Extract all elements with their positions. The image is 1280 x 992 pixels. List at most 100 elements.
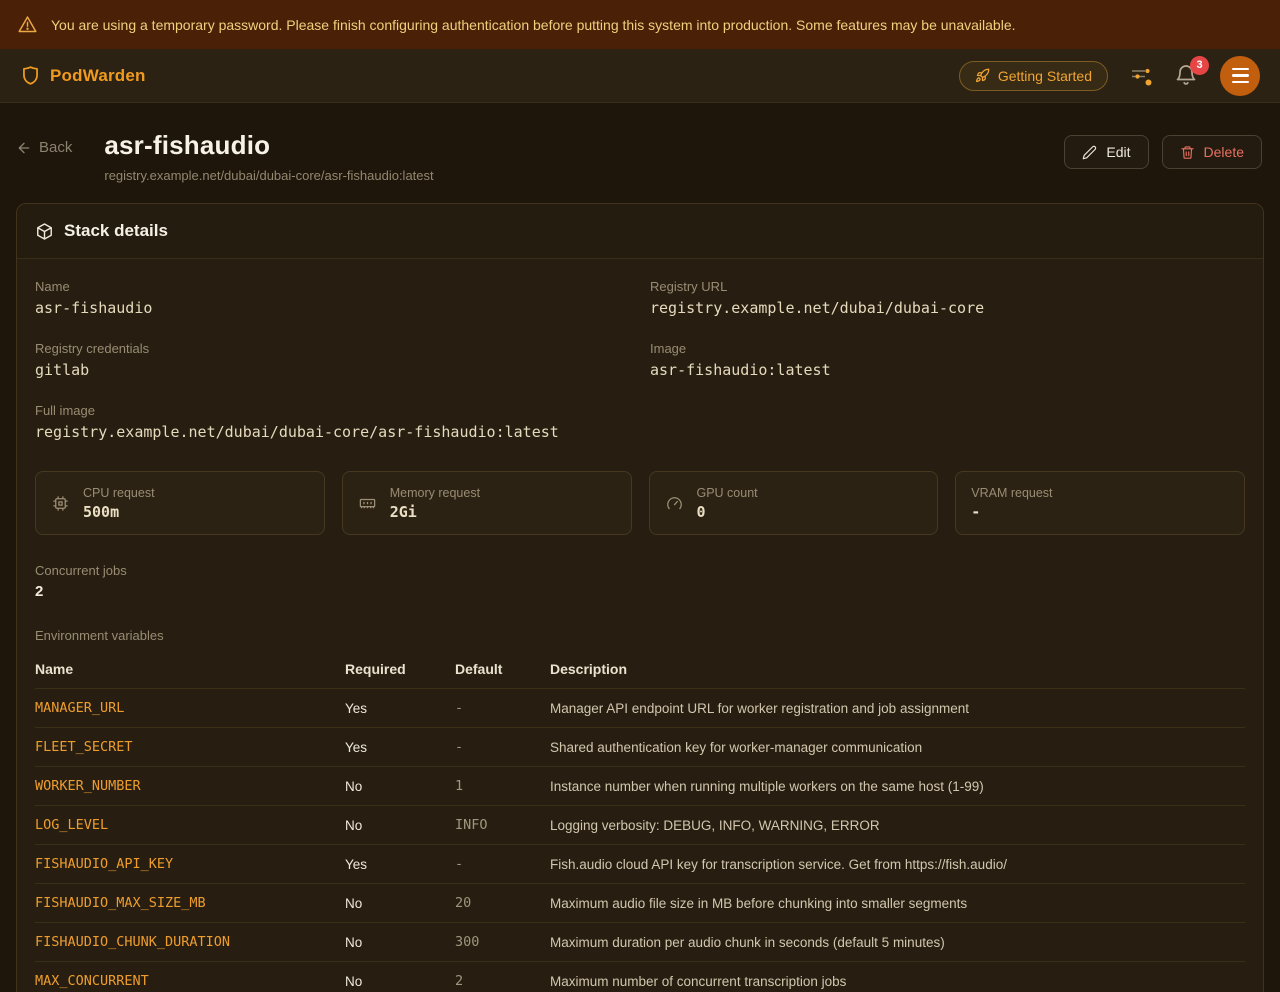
env-var-name: LOG_LEVEL <box>35 806 345 845</box>
env-var-name: FISHAUDIO_API_KEY <box>35 845 345 884</box>
edit-label: Edit <box>1106 144 1130 160</box>
env-vars-label: Environment variables <box>35 628 1245 643</box>
delete-button[interactable]: Delete <box>1162 135 1262 169</box>
cube-icon <box>35 222 54 241</box>
resource-value: 0 <box>697 503 758 521</box>
field-value: gitlab <box>35 361 630 379</box>
env-var-name: FISHAUDIO_CHUNK_DURATION <box>35 923 345 962</box>
page-head: Back asr-fishaudio registry.example.net/… <box>0 103 1280 203</box>
pencil-icon <box>1082 145 1097 160</box>
env-var-description: Maximum number of concurrent transcripti… <box>550 962 1245 992</box>
rocket-icon <box>975 68 990 83</box>
back-label: Back <box>39 139 72 156</box>
head-actions: Edit Delete <box>1064 135 1262 169</box>
env-var-name: FISHAUDIO_MAX_SIZE_MB <box>35 884 345 923</box>
resource-cards: CPU request 500m Memory request 2Gi <box>35 471 1245 535</box>
app-header: PodWarden Getting Started <box>0 49 1280 103</box>
getting-started-button[interactable]: Getting Started <box>959 61 1108 91</box>
field-image: Image asr-fishaudio:latest <box>650 341 1245 379</box>
field-registry-credentials: Registry credentials gitlab <box>35 341 630 379</box>
env-var-default: - <box>455 689 550 728</box>
table-row: FISHAUDIO_API_KEY Yes - Fish.audio cloud… <box>35 845 1245 884</box>
env-var-default: INFO <box>455 806 550 845</box>
field-label: Image <box>650 341 1245 356</box>
field-value: asr-fishaudio:latest <box>650 361 1245 379</box>
field-value: asr-fishaudio <box>35 299 630 317</box>
field-concurrent-jobs: Concurrent jobs 2 <box>35 563 1245 600</box>
env-var-name: MANAGER_URL <box>35 689 345 728</box>
table-row: FISHAUDIO_CHUNK_DURATION No 300 Maximum … <box>35 923 1245 962</box>
env-var-name: MAX_CONCURRENT <box>35 962 345 992</box>
resource-value: 500m <box>83 503 155 521</box>
resource-label: GPU count <box>697 486 758 500</box>
warning-icon <box>17 14 38 35</box>
env-var-description: Shared authentication key for worker-man… <box>550 728 1245 767</box>
trash-icon <box>1180 145 1195 160</box>
table-row: MAX_CONCURRENT No 2 Maximum number of co… <box>35 962 1245 992</box>
field-name: Name asr-fishaudio <box>35 279 630 317</box>
stack-details-card: Stack details Name asr-fishaudio Registr… <box>16 203 1264 992</box>
brand[interactable]: PodWarden <box>20 65 146 86</box>
field-label: Registry credentials <box>35 341 630 356</box>
resource-label: Memory request <box>390 486 480 500</box>
env-var-default: 2 <box>455 962 550 992</box>
resource-value: 2Gi <box>390 503 480 521</box>
env-var-description: Instance number when running multiple wo… <box>550 767 1245 806</box>
title-block: asr-fishaudio registry.example.net/dubai… <box>104 130 433 183</box>
back-button[interactable]: Back <box>16 139 72 156</box>
card-header: Stack details <box>17 204 1263 259</box>
env-var-required: No <box>345 806 455 845</box>
resource-card-gpu: GPU count 0 <box>649 471 939 535</box>
env-vars-table: Name Required Default Description MANAGE… <box>35 654 1245 992</box>
table-row: WORKER_NUMBER No 1 Instance number when … <box>35 767 1245 806</box>
table-row: FISHAUDIO_MAX_SIZE_MB No 20 Maximum audi… <box>35 884 1245 923</box>
env-var-default: 20 <box>455 884 550 923</box>
env-var-required: No <box>345 962 455 992</box>
resource-card-vram: VRAM request - <box>955 471 1245 535</box>
field-value: 2 <box>35 583 1245 600</box>
notifications-bell[interactable]: 3 <box>1174 63 1200 89</box>
column-header-required: Required <box>345 654 455 689</box>
resource-value: - <box>971 503 1052 521</box>
env-var-required: No <box>345 923 455 962</box>
env-var-default: - <box>455 728 550 767</box>
header-actions: Getting Started 3 <box>959 56 1260 96</box>
field-value: registry.example.net/dubai/dubai-core <box>650 299 1245 317</box>
env-var-required: Yes <box>345 845 455 884</box>
temporary-password-banner: You are using a temporary password. Plea… <box>0 0 1280 49</box>
env-var-required: No <box>345 884 455 923</box>
column-header-default: Default <box>455 654 550 689</box>
menu-button[interactable] <box>1220 56 1260 96</box>
field-registry-url: Registry URL registry.example.net/dubai/… <box>650 279 1245 317</box>
banner-text: You are using a temporary password. Plea… <box>51 17 1016 33</box>
edit-button[interactable]: Edit <box>1064 135 1148 169</box>
env-var-description: Maximum audio file size in MB before chu… <box>550 884 1245 923</box>
env-var-required: Yes <box>345 689 455 728</box>
env-var-description: Maximum duration per audio chunk in seco… <box>550 923 1245 962</box>
brand-name: PodWarden <box>50 66 146 86</box>
env-var-default: 300 <box>455 923 550 962</box>
resource-card-cpu: CPU request 500m <box>35 471 325 535</box>
table-row: LOG_LEVEL No INFO Logging verbosity: DEB… <box>35 806 1245 845</box>
env-var-description: Fish.audio cloud API key for transcripti… <box>550 845 1245 884</box>
table-header-row: Name Required Default Description <box>35 654 1245 689</box>
env-var-required: Yes <box>345 728 455 767</box>
resource-label: CPU request <box>83 486 155 500</box>
card-title: Stack details <box>64 221 168 241</box>
env-var-default: 1 <box>455 767 550 806</box>
tune-icon[interactable] <box>1128 63 1154 89</box>
page-subtitle: registry.example.net/dubai/dubai-core/as… <box>104 168 433 183</box>
fields-grid: Name asr-fishaudio Registry URL registry… <box>35 279 1245 379</box>
env-var-name: FLEET_SECRET <box>35 728 345 767</box>
column-header-description: Description <box>550 654 1245 689</box>
memory-icon <box>358 494 377 513</box>
env-var-required: No <box>345 767 455 806</box>
field-full-image: Full image registry.example.net/dubai/du… <box>35 403 1245 441</box>
field-label: Registry URL <box>650 279 1245 294</box>
column-header-name: Name <box>35 654 345 689</box>
table-row: MANAGER_URL Yes - Manager API endpoint U… <box>35 689 1245 728</box>
field-value: registry.example.net/dubai/dubai-core/as… <box>35 423 1245 441</box>
cpu-icon <box>51 494 70 513</box>
env-var-name: WORKER_NUMBER <box>35 767 345 806</box>
notification-badge: 3 <box>1190 56 1209 75</box>
